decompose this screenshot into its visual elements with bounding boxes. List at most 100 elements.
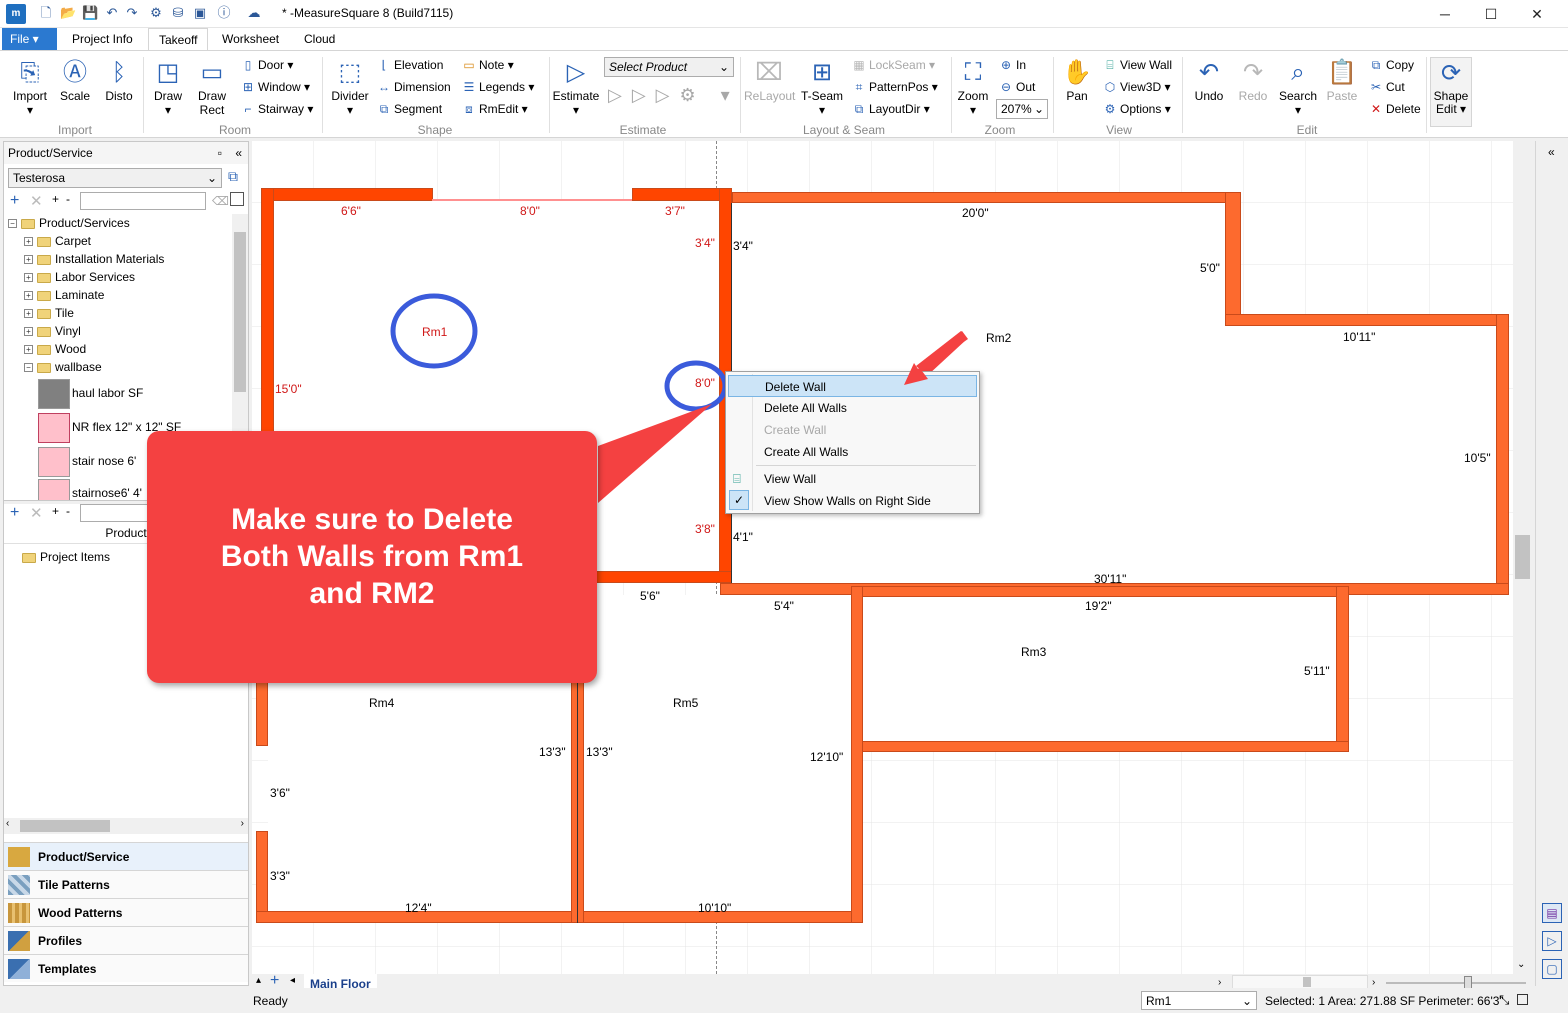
nav-wood-patterns[interactable]: Wood Patterns xyxy=(4,898,248,926)
undo-button[interactable]: ↶ Undo xyxy=(1188,57,1230,103)
search-button[interactable]: ⌕ Search ▾ xyxy=(1276,57,1320,117)
menu-item-delete-all-walls[interactable]: Delete All Walls xyxy=(728,397,977,419)
product-item[interactable]: haul labor SF xyxy=(8,376,232,410)
filter-icon[interactable] xyxy=(230,192,244,206)
float-panel-icon[interactable]: ▫ xyxy=(218,142,222,164)
estimate-button[interactable]: ▷ Estimate ▾ xyxy=(552,57,600,117)
hscroll-right-icon[interactable]: › xyxy=(1372,977,1375,988)
close-button[interactable]: ✕ xyxy=(1514,0,1560,28)
expand-icon[interactable]: + xyxy=(52,192,59,206)
help-icon[interactable]: ⓘ xyxy=(216,5,232,21)
nav-templates[interactable]: Templates xyxy=(4,954,248,982)
select-product-dropdown[interactable]: Select Product ⌄ xyxy=(604,57,734,77)
collapse-panel-icon[interactable]: « xyxy=(235,142,242,164)
tseam-button[interactable]: ⊞ T-Seam ▾ xyxy=(800,57,844,117)
segment-button[interactable]: ⧉ Segment xyxy=(376,99,442,119)
horizontal-scrollbar[interactable]: ‹ › xyxy=(4,818,248,834)
catalog-icon[interactable]: ⧉ xyxy=(228,168,238,185)
scrollbar-thumb[interactable] xyxy=(20,820,110,832)
cut-button[interactable]: ✂ Cut xyxy=(1368,77,1405,97)
note-button[interactable]: ▭ Note ▾ xyxy=(461,55,513,75)
new-file-icon[interactable]: 🗋 xyxy=(38,5,54,21)
divider-button[interactable]: ⬚ Divider ▾ xyxy=(328,57,372,117)
tab-worksheet[interactable]: Worksheet xyxy=(212,28,289,50)
menu-item-show-walls-right[interactable]: View Show Walls on Right Side xyxy=(728,490,977,512)
copy-button[interactable]: ⧉ Copy xyxy=(1368,55,1414,75)
canvas-vertical-scrollbar[interactable]: ⌄ xyxy=(1513,141,1532,974)
scroll-left-icon[interactable]: ‹ xyxy=(6,818,9,829)
sheet-prev-icon[interactable]: ▴ xyxy=(256,975,261,986)
nav-tile-patterns[interactable]: Tile Patterns xyxy=(4,870,248,898)
legends-button[interactable]: ☰ Legends ▾ xyxy=(461,77,535,97)
collapse-items-icon[interactable]: - xyxy=(66,504,70,518)
add-item-icon[interactable]: + xyxy=(10,504,19,522)
open-folder-icon[interactable]: 📂 xyxy=(60,5,76,21)
product-search-input[interactable] xyxy=(80,192,206,210)
elevation-button[interactable]: ⌊ Elevation xyxy=(376,55,444,75)
rmedit-button[interactable]: ⧈ RmEdit ▾ xyxy=(461,99,528,119)
sheet-scroll-icon[interactable]: ◂ xyxy=(290,975,295,986)
add-icon[interactable]: + xyxy=(10,192,19,210)
redo-button[interactable]: ↷ Redo xyxy=(1232,57,1274,103)
app-logo-icon[interactable]: m xyxy=(6,4,26,24)
lockseam-button[interactable]: ▦ LockSeam ▾ xyxy=(851,55,935,75)
options-button[interactable]: ⚙ Options ▾ xyxy=(1102,99,1171,119)
remove-icon[interactable]: ✕ xyxy=(30,192,43,210)
expand-items-icon[interactable]: + xyxy=(52,504,59,518)
tree-item-installation[interactable]: + Installation Materials xyxy=(8,250,232,268)
zoom-slider[interactable] xyxy=(1386,976,1526,990)
export-icon[interactable]: ▣ xyxy=(192,5,208,21)
fit-icon[interactable]: ⤡ xyxy=(1499,992,1509,1008)
scrollbar-thumb[interactable] xyxy=(1303,977,1311,987)
remove-item-icon[interactable]: ✕ xyxy=(30,504,43,522)
zoom-level-dropdown[interactable]: 207% ⌄ xyxy=(996,99,1048,119)
tree-item-wallbase[interactable]: − wallbase xyxy=(8,358,232,376)
dock-layers-icon[interactable]: ▤ xyxy=(1542,903,1562,923)
dimension-button[interactable]: ↔ Dimension xyxy=(376,77,451,97)
clear-search-icon[interactable]: ⌫ xyxy=(212,194,229,208)
collapse-icon[interactable]: - xyxy=(66,192,70,206)
tree-item-carpet[interactable]: + Carpet xyxy=(8,232,232,250)
layoutdir-button[interactable]: ⧉ LayoutDir ▾ xyxy=(851,99,930,119)
tab-file[interactable]: File ▾ xyxy=(2,28,57,50)
vendor-dropdown[interactable]: Testerosa ⌄ xyxy=(8,168,222,188)
door-button[interactable]: ▯ Door ▾ xyxy=(240,55,294,75)
tree-root[interactable]: − Product/Services xyxy=(8,214,232,232)
tree-item-tile[interactable]: + Tile xyxy=(8,304,232,322)
cloud-icon[interactable]: ☁ xyxy=(246,5,262,21)
database-icon[interactable]: ⛁ xyxy=(170,5,186,21)
tab-takeoff[interactable]: Takeoff xyxy=(148,28,209,50)
scroll-down-icon[interactable]: ⌄ xyxy=(1517,959,1525,970)
tab-cloud[interactable]: Cloud xyxy=(294,28,345,50)
minimize-button[interactable]: ─ xyxy=(1422,0,1468,28)
draw-rect-button[interactable]: ▭ Draw Rect xyxy=(192,57,232,117)
tree-item-vinyl[interactable]: + Vinyl xyxy=(8,322,232,340)
nav-profiles[interactable]: Profiles xyxy=(4,926,248,954)
expand-right-panel-icon[interactable]: « xyxy=(1548,145,1555,159)
save-icon[interactable]: 💾 xyxy=(82,5,98,21)
tree-item-wood[interactable]: + Wood xyxy=(8,340,232,358)
dock-estimate-icon[interactable]: ▷ xyxy=(1542,931,1562,951)
canvas-horizontal-scrollbar[interactable] xyxy=(1232,975,1368,989)
maximize-button[interactable]: ☐ xyxy=(1468,0,1514,28)
delete-button[interactable]: ✕ Delete xyxy=(1368,99,1421,119)
draw-button[interactable]: ◳ Draw ▾ xyxy=(148,57,188,117)
room-select-dropdown[interactable]: Rm1 ⌄ xyxy=(1141,991,1257,1010)
import-button[interactable]: ⎘ Import ▾ xyxy=(8,57,52,117)
stairway-button[interactable]: ⌐ Stairway ▾ xyxy=(240,99,313,119)
zoom-out-button[interactable]: ⊖ Out xyxy=(998,77,1035,97)
shape-edit-button[interactable]: ⟳ Shape Edit ▾ xyxy=(1430,57,1472,127)
scrollbar-thumb[interactable] xyxy=(234,232,246,392)
tab-project-info[interactable]: Project Info xyxy=(62,28,143,50)
undo-quick-icon[interactable]: ↶ xyxy=(104,5,120,21)
menu-item-create-all-walls[interactable]: Create All Walls xyxy=(728,441,977,463)
scrollbar-thumb[interactable] xyxy=(1515,535,1530,579)
patternpos-button[interactable]: ⌗ PatternPos ▾ xyxy=(851,77,938,97)
dock-properties-icon[interactable]: ▢ xyxy=(1542,959,1562,979)
menu-item-view-wall[interactable]: View Wall xyxy=(728,468,977,490)
redo-quick-icon[interactable]: ↷ xyxy=(124,5,140,21)
hscroll-left-icon[interactable]: › xyxy=(1218,977,1221,988)
scale-button[interactable]: Ⓐ Scale xyxy=(55,57,95,103)
window-mode-icon[interactable] xyxy=(1517,994,1528,1005)
relayout-button[interactable]: ⌧ ReLayout xyxy=(744,57,795,103)
